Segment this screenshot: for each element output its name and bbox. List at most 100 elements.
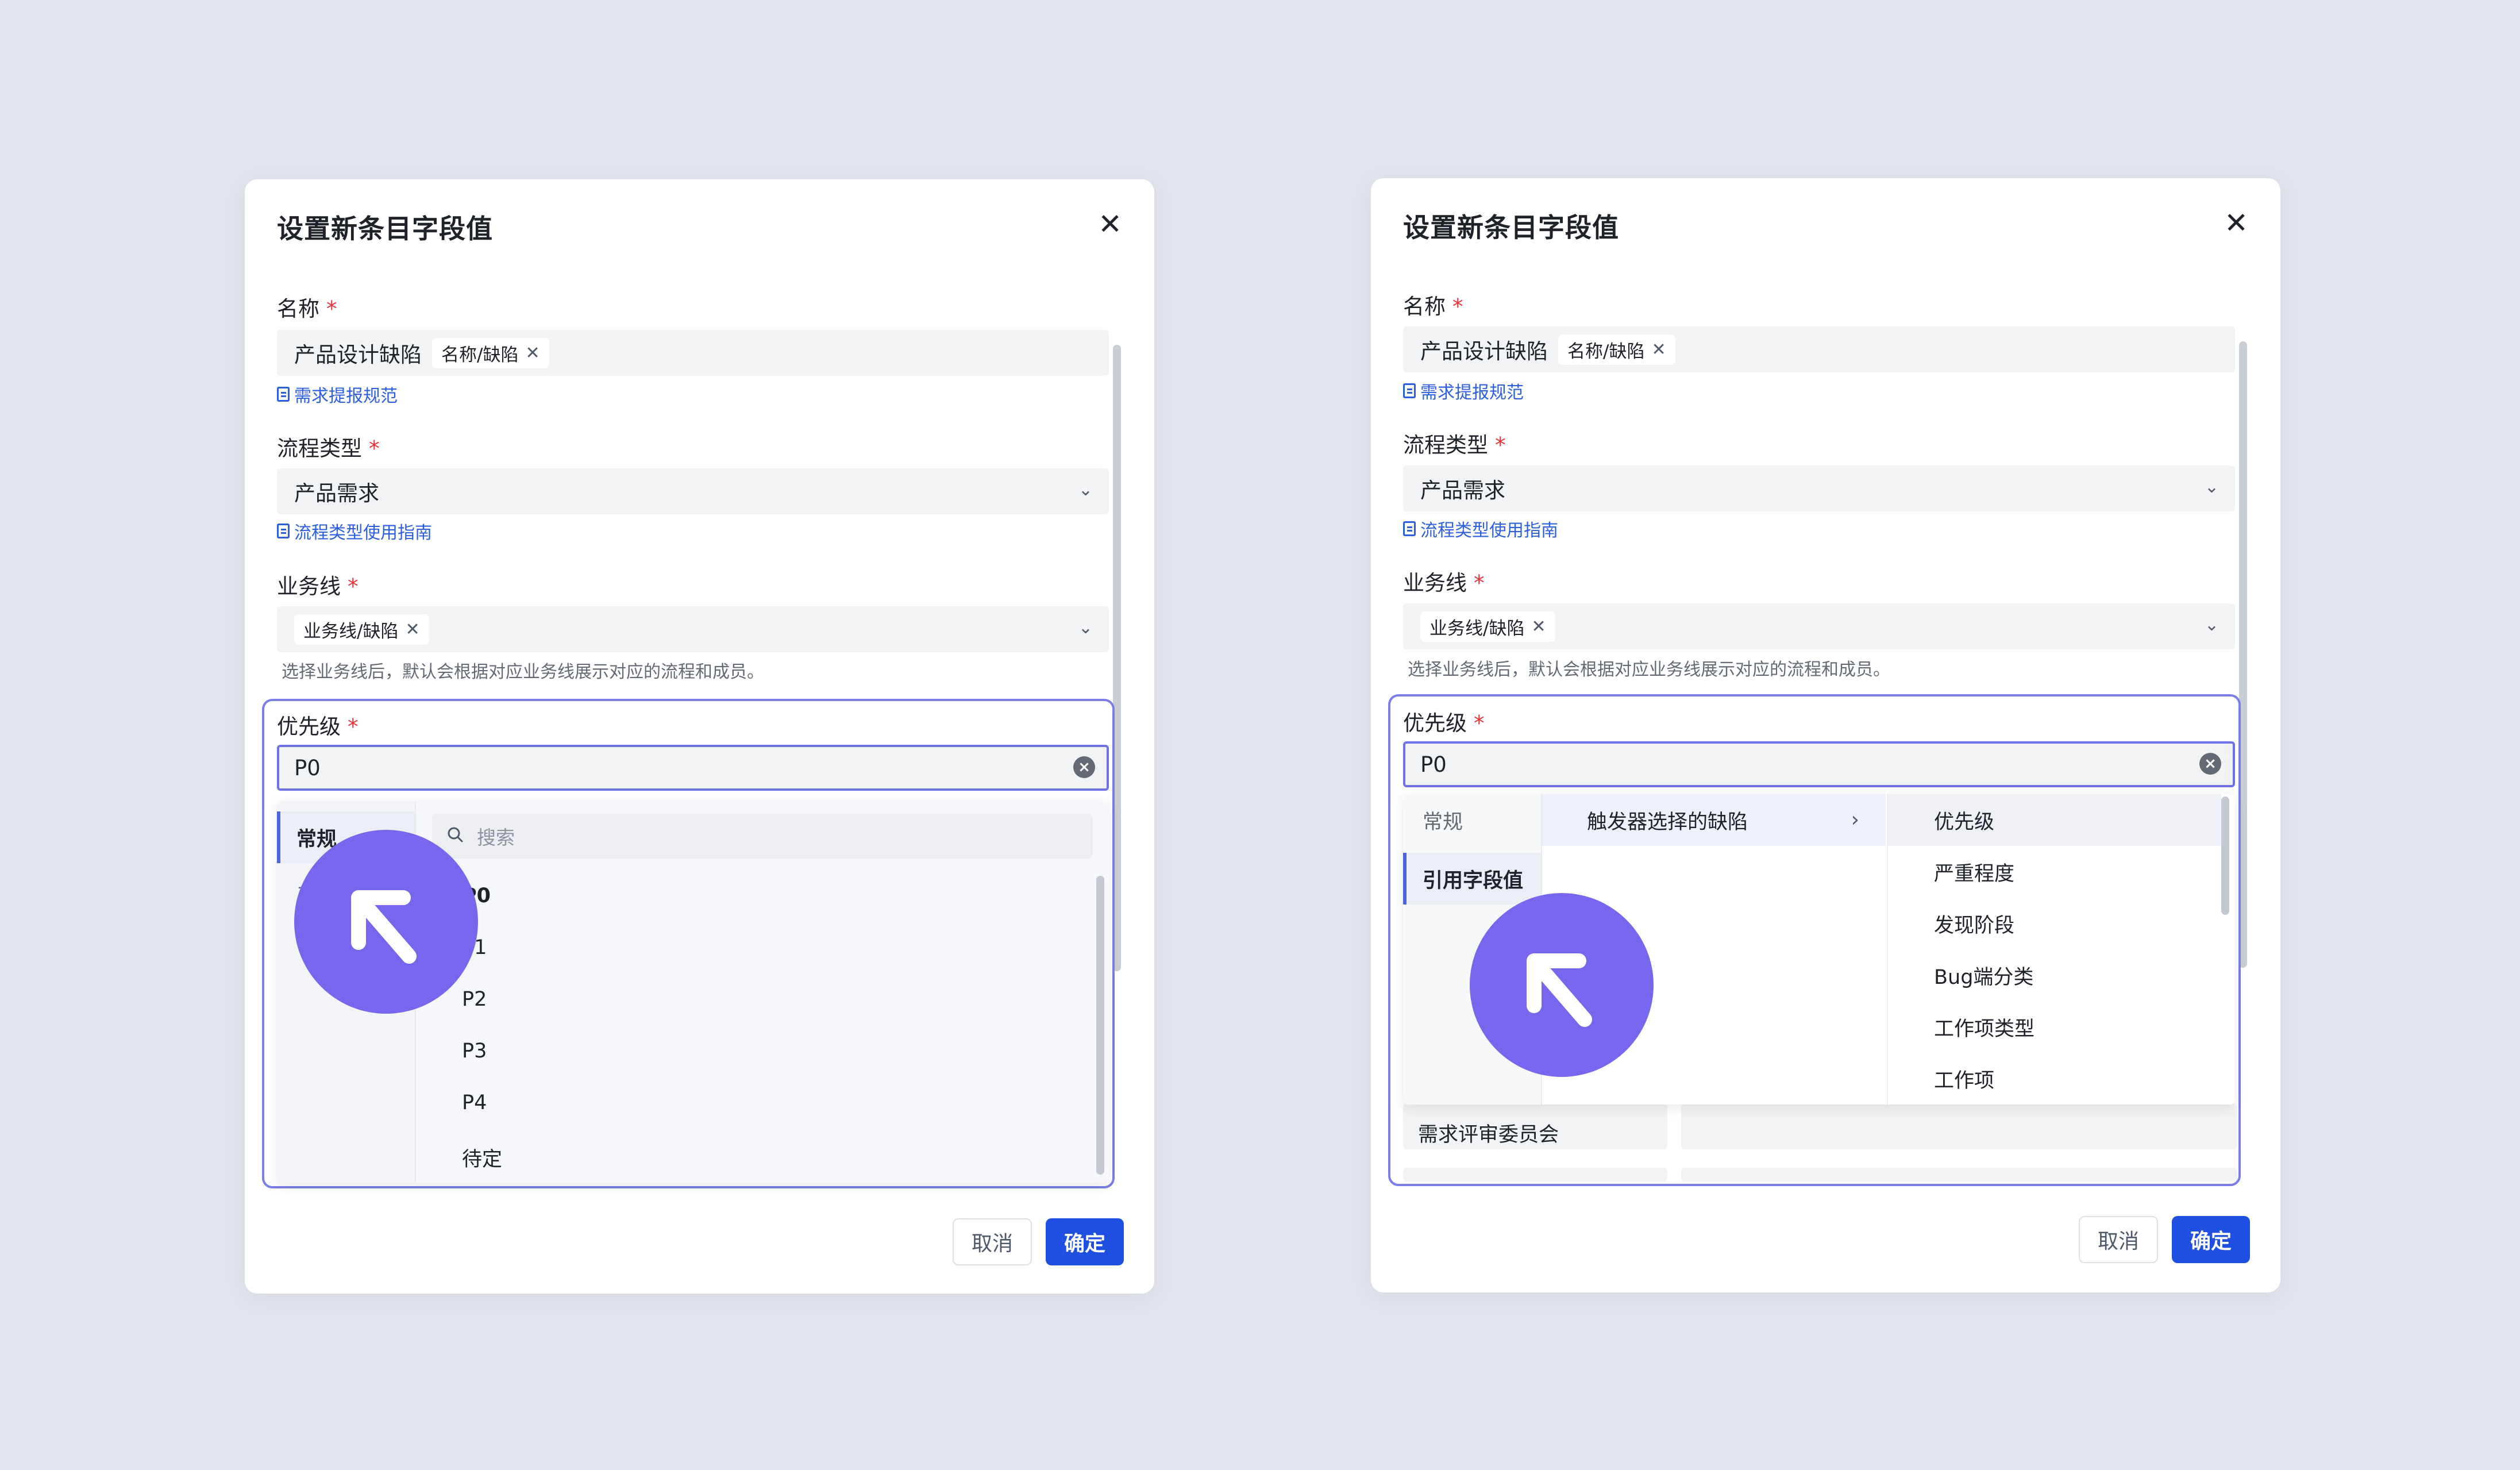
required-asterisk: * — [326, 297, 337, 321]
tab-general[interactable]: 常规 — [1403, 794, 1541, 846]
business-line-label: 业务线 * — [1403, 571, 1485, 595]
name-value: 产品设计缺陷 — [294, 343, 422, 367]
name-chip: 名称/缺陷 ✕ — [1558, 334, 1675, 365]
name-chip: 名称/缺陷 ✕ — [432, 337, 549, 368]
required-asterisk: * — [1452, 294, 1463, 319]
dialog-right: 设置新条目字段值 ✕ 名称 * 产品设计缺陷 名称/缺陷 ✕ 需求提报规范 流程类… — [1371, 178, 2280, 1292]
flow-type-select[interactable]: 产品需求 ⌄ — [1403, 465, 2235, 511]
business-line-label: 业务线 * — [277, 574, 359, 599]
doc-icon — [277, 524, 290, 538]
field-label: 发现阶段 — [1934, 914, 2015, 937]
field-label: Bug端分类 — [1934, 965, 2034, 989]
cancel-button[interactable]: 取消 — [953, 1218, 1032, 1265]
cursor-pointer-icon — [294, 830, 478, 1014]
business-line-chip: 业务线/缺陷 ✕ — [1420, 611, 1555, 642]
name-field[interactable]: 产品设计缺陷 名称/缺陷 ✕ — [277, 330, 1109, 376]
link-text: 流程类型使用指南 — [294, 523, 432, 543]
chip-label: 业务线/缺陷 — [1429, 618, 1525, 639]
business-line-select[interactable]: 业务线/缺陷 ✕ ⌄ — [1403, 603, 2235, 649]
flow-type-value: 产品需求 — [294, 481, 379, 506]
tab-label: 常规 — [1423, 810, 1463, 834]
field-item[interactable]: 优先级 — [1888, 794, 2221, 846]
field-item[interactable]: 工作项类型 — [1888, 1001, 2221, 1053]
priority-value: P0 — [1420, 752, 1447, 777]
link-text: 需求提报规范 — [1420, 383, 1524, 403]
name-value: 产品设计缺陷 — [1420, 339, 1548, 364]
flow-guide-link[interactable]: 流程类型使用指南 — [277, 518, 432, 544]
confirm-button[interactable]: 确定 — [2172, 1216, 2250, 1263]
arrow-glyph — [351, 890, 417, 964]
priority-input[interactable]: P0 × — [1403, 741, 2235, 787]
cancel-button[interactable]: 取消 — [2079, 1216, 2158, 1263]
source-item-label: 触发器选择的缺陷 — [1587, 810, 1748, 834]
business-line-hint: 选择业务线后，默认会根据对应业务线展示对应的流程和成员。 — [1408, 660, 1890, 680]
background-row — [1681, 1168, 2237, 1182]
link-text: 需求提报规范 — [294, 386, 398, 406]
required-asterisk: * — [1474, 711, 1485, 736]
field-item[interactable]: 工作项 — [1888, 1053, 2221, 1105]
clear-icon[interactable]: × — [2199, 753, 2221, 775]
chip-remove-icon[interactable]: ✕ — [1651, 340, 1666, 360]
required-asterisk: * — [1495, 433, 1506, 457]
field-item[interactable]: 严重程度 — [1888, 846, 2221, 898]
field-label: 严重程度 — [1934, 862, 2015, 886]
name-label: 名称 * — [277, 297, 337, 321]
name-label: 名称 * — [1403, 294, 1463, 319]
clear-icon[interactable]: × — [1073, 756, 1095, 778]
chip-remove-icon[interactable]: ✕ — [1531, 617, 1546, 637]
behind-row-label: 需求评审委员会 — [1418, 1123, 1559, 1146]
field-item[interactable]: 发现阶段 — [1888, 898, 2221, 949]
flow-type-value: 产品需求 — [1420, 478, 1505, 503]
option-p4[interactable]: P4 — [462, 1091, 487, 1114]
option-p3[interactable]: P3 — [462, 1040, 487, 1063]
dropdown-scrollbar[interactable] — [1096, 876, 1104, 1175]
required-asterisk: * — [1474, 571, 1485, 595]
flow-type-label: 流程类型 * — [277, 436, 380, 461]
dropdown-scrollbar[interactable] — [2221, 796, 2229, 915]
close-icon[interactable]: ✕ — [2224, 207, 2248, 239]
cursor-pointer-icon — [1470, 893, 1654, 1077]
flow-guide-link[interactable]: 流程类型使用指南 — [1403, 516, 1558, 541]
field-column: 优先级 严重程度 发现阶段 Bug端分类 工作项类型 工作项 — [1888, 794, 2235, 1105]
doc-icon — [1403, 383, 1416, 398]
chevron-down-icon: ⌄ — [2204, 477, 2219, 497]
close-icon[interactable]: ✕ — [1098, 208, 1122, 240]
name-guide-link[interactable]: 需求提报规范 — [277, 382, 398, 407]
doc-icon — [277, 387, 290, 402]
business-line-select[interactable]: 业务线/缺陷 ✕ ⌄ — [277, 606, 1109, 652]
confirm-button[interactable]: 确定 — [1046, 1218, 1124, 1265]
field-label: 优先级 — [1934, 810, 1995, 834]
priority-input[interactable]: P0 × — [277, 745, 1109, 791]
field-label: 工作项类型 — [1934, 1017, 2035, 1041]
background-row — [1681, 1103, 2237, 1149]
doc-icon — [1403, 521, 1416, 536]
priority-label: 优先级 * — [1403, 711, 1485, 736]
business-line-chip: 业务线/缺陷 ✕ — [294, 614, 429, 645]
chevron-down-icon: ⌄ — [1078, 618, 1093, 638]
required-asterisk: * — [369, 436, 380, 461]
dialog-title: 设置新条目字段值 — [277, 213, 493, 244]
priority-value: P0 — [294, 755, 321, 780]
field-item[interactable]: Bug端分类 — [1888, 949, 2221, 1001]
chevron-down-icon: ⌄ — [2204, 615, 2219, 635]
chip-remove-icon[interactable]: ✕ — [405, 619, 419, 640]
chip-remove-icon[interactable]: ✕ — [525, 343, 540, 363]
option-pending[interactable]: 待定 — [462, 1143, 502, 1172]
chip-label: 名称/缺陷 — [441, 344, 519, 365]
name-guide-link[interactable]: 需求提报规范 — [1403, 378, 1524, 403]
name-field[interactable]: 产品设计缺陷 名称/缺陷 ✕ — [1403, 326, 2235, 372]
dialog-title: 设置新条目字段值 — [1403, 212, 1619, 243]
link-text: 流程类型使用指南 — [1420, 521, 1558, 541]
required-asterisk: * — [348, 574, 359, 599]
priority-label: 优先级 * — [277, 714, 359, 739]
business-line-hint: 选择业务线后，默认会根据对应业务线展示对应的流程和成员。 — [282, 662, 764, 682]
field-label: 工作项 — [1934, 1069, 1995, 1092]
flow-type-select[interactable]: 产品需求 ⌄ — [277, 468, 1109, 514]
search-input[interactable]: 搜索 — [432, 814, 1093, 859]
source-item[interactable]: 触发器选择的缺陷 › — [1542, 794, 1886, 846]
chevron-down-icon: ⌄ — [1078, 480, 1093, 500]
required-asterisk: * — [348, 714, 359, 739]
arrow-glyph — [1527, 953, 1592, 1027]
flow-type-label: 流程类型 * — [1403, 433, 1506, 457]
tab-label: 引用字段值 — [1423, 869, 1524, 892]
